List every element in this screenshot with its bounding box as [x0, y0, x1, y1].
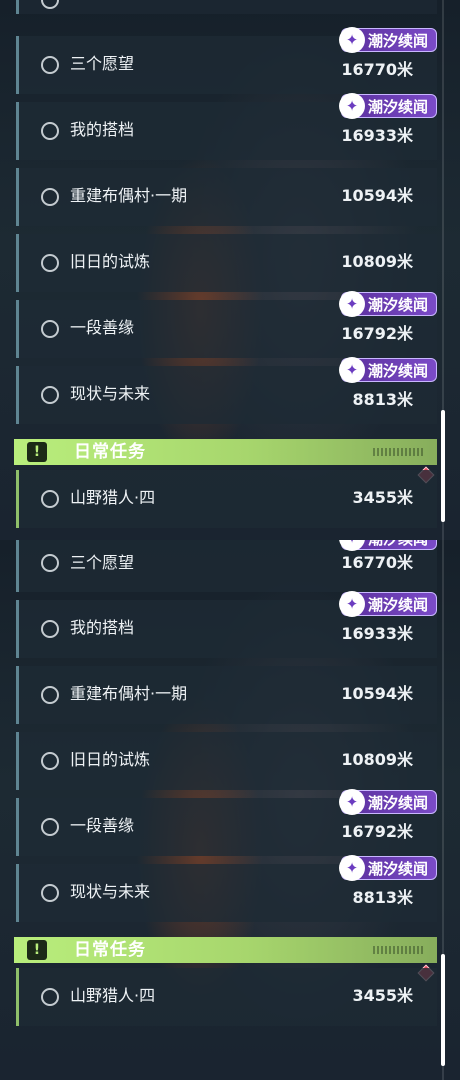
radio-icon[interactable] — [41, 0, 59, 9]
badge-label: 潮汐续闻 — [368, 97, 429, 116]
quest-row[interactable]: 旧日的试炼 10809米 — [16, 234, 437, 292]
quest-title: 我的搭档 — [70, 618, 135, 637]
sparkle-icon: ✦ — [339, 27, 365, 53]
sparkle-icon: ✦ — [339, 93, 365, 119]
tide-sequel-badge: ✦ 潮汐续闻 — [339, 357, 437, 383]
exclamation-icon: ! — [27, 442, 47, 462]
radio-icon[interactable] — [41, 686, 59, 704]
daily-quests-header[interactable]: ! 日常任务 — [14, 439, 437, 465]
quest-row-daily[interactable]: 山野猎人·四 3455米 — [16, 968, 437, 1026]
badge-label: 潮汐续闻 — [368, 361, 429, 380]
quest-distance: 16933米 — [341, 126, 413, 145]
badge-label: 潮汐续闻 — [368, 31, 429, 50]
badge-label: 潮汐续闻 — [368, 595, 429, 614]
badge-label: 潮汐续闻 — [368, 295, 429, 314]
quest-panel-top: ✦ 潮汐续闻 三个愿望 16770米 ✦ 潮汐续闻 我的搭档 16933米 重建… — [0, 0, 460, 540]
section-title: 日常任务 — [74, 442, 146, 462]
quest-distance: 10594米 — [341, 186, 413, 205]
quest-title: 现状与未来 — [70, 882, 151, 901]
quest-distance: 8813米 — [352, 390, 413, 409]
daily-quests-header[interactable]: ! 日常任务 — [14, 937, 437, 963]
badge-label: 潮汐续闻 — [368, 540, 428, 549]
quest-distance: 16792米 — [341, 822, 413, 841]
quest-row[interactable]: ✦ 潮汐续闻 三个愿望 16770米 — [16, 27, 437, 94]
quest-title: 现状与未来 — [70, 384, 151, 403]
radio-icon[interactable] — [41, 188, 59, 206]
quest-distance: 16770米 — [341, 60, 413, 79]
sparkle-icon: ✦ — [339, 291, 365, 317]
quest-row[interactable]: ✦ 潮汐续闻 现状与未来 8813米 — [16, 357, 437, 424]
sparkle-icon: ✦ — [339, 540, 365, 551]
quest-distance: 16792米 — [341, 324, 413, 343]
quest-row[interactable]: ✦ 潮汐续闻 三个愿望 16770米 — [16, 540, 437, 592]
tide-sequel-badge: ✦ 潮汐续闻 — [339, 855, 437, 881]
sparkle-icon: ✦ — [339, 789, 365, 815]
quest-title: 一段善缘 — [70, 318, 135, 337]
radio-icon[interactable] — [41, 320, 59, 338]
quest-title: 旧日的试炼 — [70, 252, 151, 271]
quest-distance: 10809米 — [341, 750, 413, 769]
radio-icon[interactable] — [41, 988, 59, 1006]
quest-row[interactable]: 重建布偶村·一期 10594米 — [16, 666, 437, 724]
scrollbar[interactable] — [441, 0, 445, 540]
quest-row-partial[interactable] — [16, 0, 437, 14]
quest-distance: 16933米 — [341, 624, 413, 643]
quest-row-daily[interactable]: 山野猎人·四 3455米 — [16, 470, 437, 528]
quest-title: 我的搭档 — [70, 120, 135, 139]
radio-icon[interactable] — [41, 490, 59, 508]
radio-icon[interactable] — [41, 818, 59, 836]
quest-title: 三个愿望 — [70, 553, 135, 572]
header-decoration — [373, 946, 423, 954]
header-decoration — [373, 448, 423, 456]
quest-row[interactable]: 旧日的试炼 10809米 — [16, 732, 437, 790]
radio-icon[interactable] — [41, 56, 59, 74]
badge-label: 潮汐续闻 — [368, 793, 429, 812]
scrollbar-thumb[interactable] — [441, 410, 445, 522]
quest-distance: 16770米 — [341, 553, 413, 572]
quest-row[interactable]: ✦ 潮汐续闻 一段善缘 16792米 — [16, 291, 437, 358]
radio-icon[interactable] — [41, 254, 59, 272]
exclamation-icon: ! — [27, 940, 47, 960]
sparkle-icon: ✦ — [339, 855, 365, 881]
tide-sequel-badge: ✦ 潮汐续闻 — [339, 93, 437, 119]
quest-row[interactable]: ✦ 潮汐续闻 我的搭档 16933米 — [16, 591, 437, 658]
sparkle-icon: ✦ — [339, 357, 365, 383]
quest-distance: 10594米 — [341, 684, 413, 703]
tide-sequel-badge: ✦ 潮汐续闻 — [339, 540, 437, 551]
quest-distance: 3455米 — [352, 986, 413, 1005]
quest-distance: 8813米 — [352, 888, 413, 907]
badge-label: 潮汐续闻 — [368, 859, 429, 878]
radio-icon[interactable] — [41, 752, 59, 770]
quest-row[interactable]: ✦ 潮汐续闻 现状与未来 8813米 — [16, 855, 437, 922]
tide-sequel-badge: ✦ 潮汐续闻 — [339, 591, 437, 617]
quest-distance: 10809米 — [341, 252, 413, 271]
section-title: 日常任务 — [74, 940, 146, 960]
quest-title: 旧日的试炼 — [70, 750, 151, 769]
tide-sequel-badge: ✦ 潮汐续闻 — [339, 27, 437, 53]
quest-title: 重建布偶村·一期 — [70, 684, 188, 703]
quest-distance: 3455米 — [352, 488, 413, 507]
tide-sequel-badge: ✦ 潮汐续闻 — [339, 789, 437, 815]
quest-title: 三个愿望 — [70, 54, 135, 73]
quest-title: 山野猎人·四 — [70, 986, 156, 1005]
quest-row[interactable]: ✦ 潮汐续闻 一段善缘 16792米 — [16, 789, 437, 856]
scrollbar[interactable] — [441, 540, 445, 1080]
radio-icon[interactable] — [41, 884, 59, 902]
quest-row[interactable]: ✦ 潮汐续闻 我的搭档 16933米 — [16, 93, 437, 160]
radio-icon[interactable] — [41, 122, 59, 140]
sparkle-icon: ✦ — [339, 591, 365, 617]
quest-title: 山野猎人·四 — [70, 488, 156, 507]
radio-icon[interactable] — [41, 554, 59, 572]
radio-icon[interactable] — [41, 386, 59, 404]
tide-sequel-badge: ✦ 潮汐续闻 — [339, 291, 437, 317]
quest-title: 重建布偶村·一期 — [70, 186, 188, 205]
quest-title: 一段善缘 — [70, 816, 135, 835]
scrollbar-thumb[interactable] — [441, 954, 445, 1066]
radio-icon[interactable] — [41, 620, 59, 638]
quest-row[interactable]: 重建布偶村·一期 10594米 — [16, 168, 437, 226]
quest-panel-bottom: ✦ 潮汐续闻 三个愿望 16770米 ✦ 潮汐续闻 我的搭档 16933米 重建… — [0, 540, 460, 1080]
